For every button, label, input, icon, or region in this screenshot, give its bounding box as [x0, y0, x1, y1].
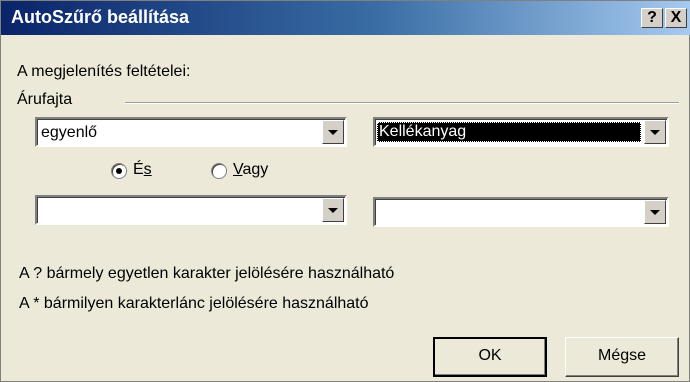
ok-button[interactable]: OK [433, 337, 547, 377]
cancel-button[interactable]: Mégse [565, 337, 679, 377]
operator-dropdown-button-2[interactable] [322, 198, 344, 222]
value-dropdown-button-2[interactable] [644, 200, 666, 224]
help-icon: ? [647, 9, 657, 26]
chevron-down-icon [328, 208, 338, 213]
operator-dropdown-button-1[interactable] [322, 120, 344, 144]
chevron-down-icon [650, 130, 660, 135]
hint-asterisk: A * bármilyen karakterlánc jelölésére ha… [19, 295, 369, 312]
or-radio-label[interactable]: Vagy [233, 161, 268, 179]
value-text-1[interactable]: Kellékanyag [377, 122, 641, 142]
and-radio-label[interactable]: És [133, 161, 152, 179]
help-button[interactable]: ? [641, 8, 663, 28]
value-combo-2[interactable] [373, 197, 669, 227]
close-button[interactable]: X [665, 8, 687, 28]
value-combo-1[interactable]: Kellékanyag [373, 117, 669, 147]
and-radio[interactable] [111, 163, 127, 179]
operator-select-1[interactable]: egyenlő [35, 117, 347, 147]
window-title: AutoSzűrő beállítása [11, 7, 190, 27]
hint-question-mark: A ? bármely egyetlen karakter jelölésére… [19, 265, 395, 282]
conditions-label: A megjelenítés feltételei: [17, 63, 191, 80]
chevron-down-icon [650, 210, 660, 215]
value-dropdown-button-1[interactable] [644, 120, 666, 144]
chevron-down-icon [328, 130, 338, 135]
title-bar[interactable]: AutoSzűrő beállítása ? X [1, 1, 690, 35]
autofilter-dialog: AutoSzűrő beállítása ? X A megjelenítés … [0, 0, 690, 382]
field-name-label: Árufajta [17, 91, 73, 108]
group-divider [125, 102, 679, 104]
operator-select-2[interactable] [35, 195, 347, 225]
close-icon: X [670, 9, 682, 26]
radio-selected-dot [116, 168, 122, 174]
operator-value-1: egyenlő [41, 124, 98, 141]
or-radio[interactable] [211, 163, 227, 179]
